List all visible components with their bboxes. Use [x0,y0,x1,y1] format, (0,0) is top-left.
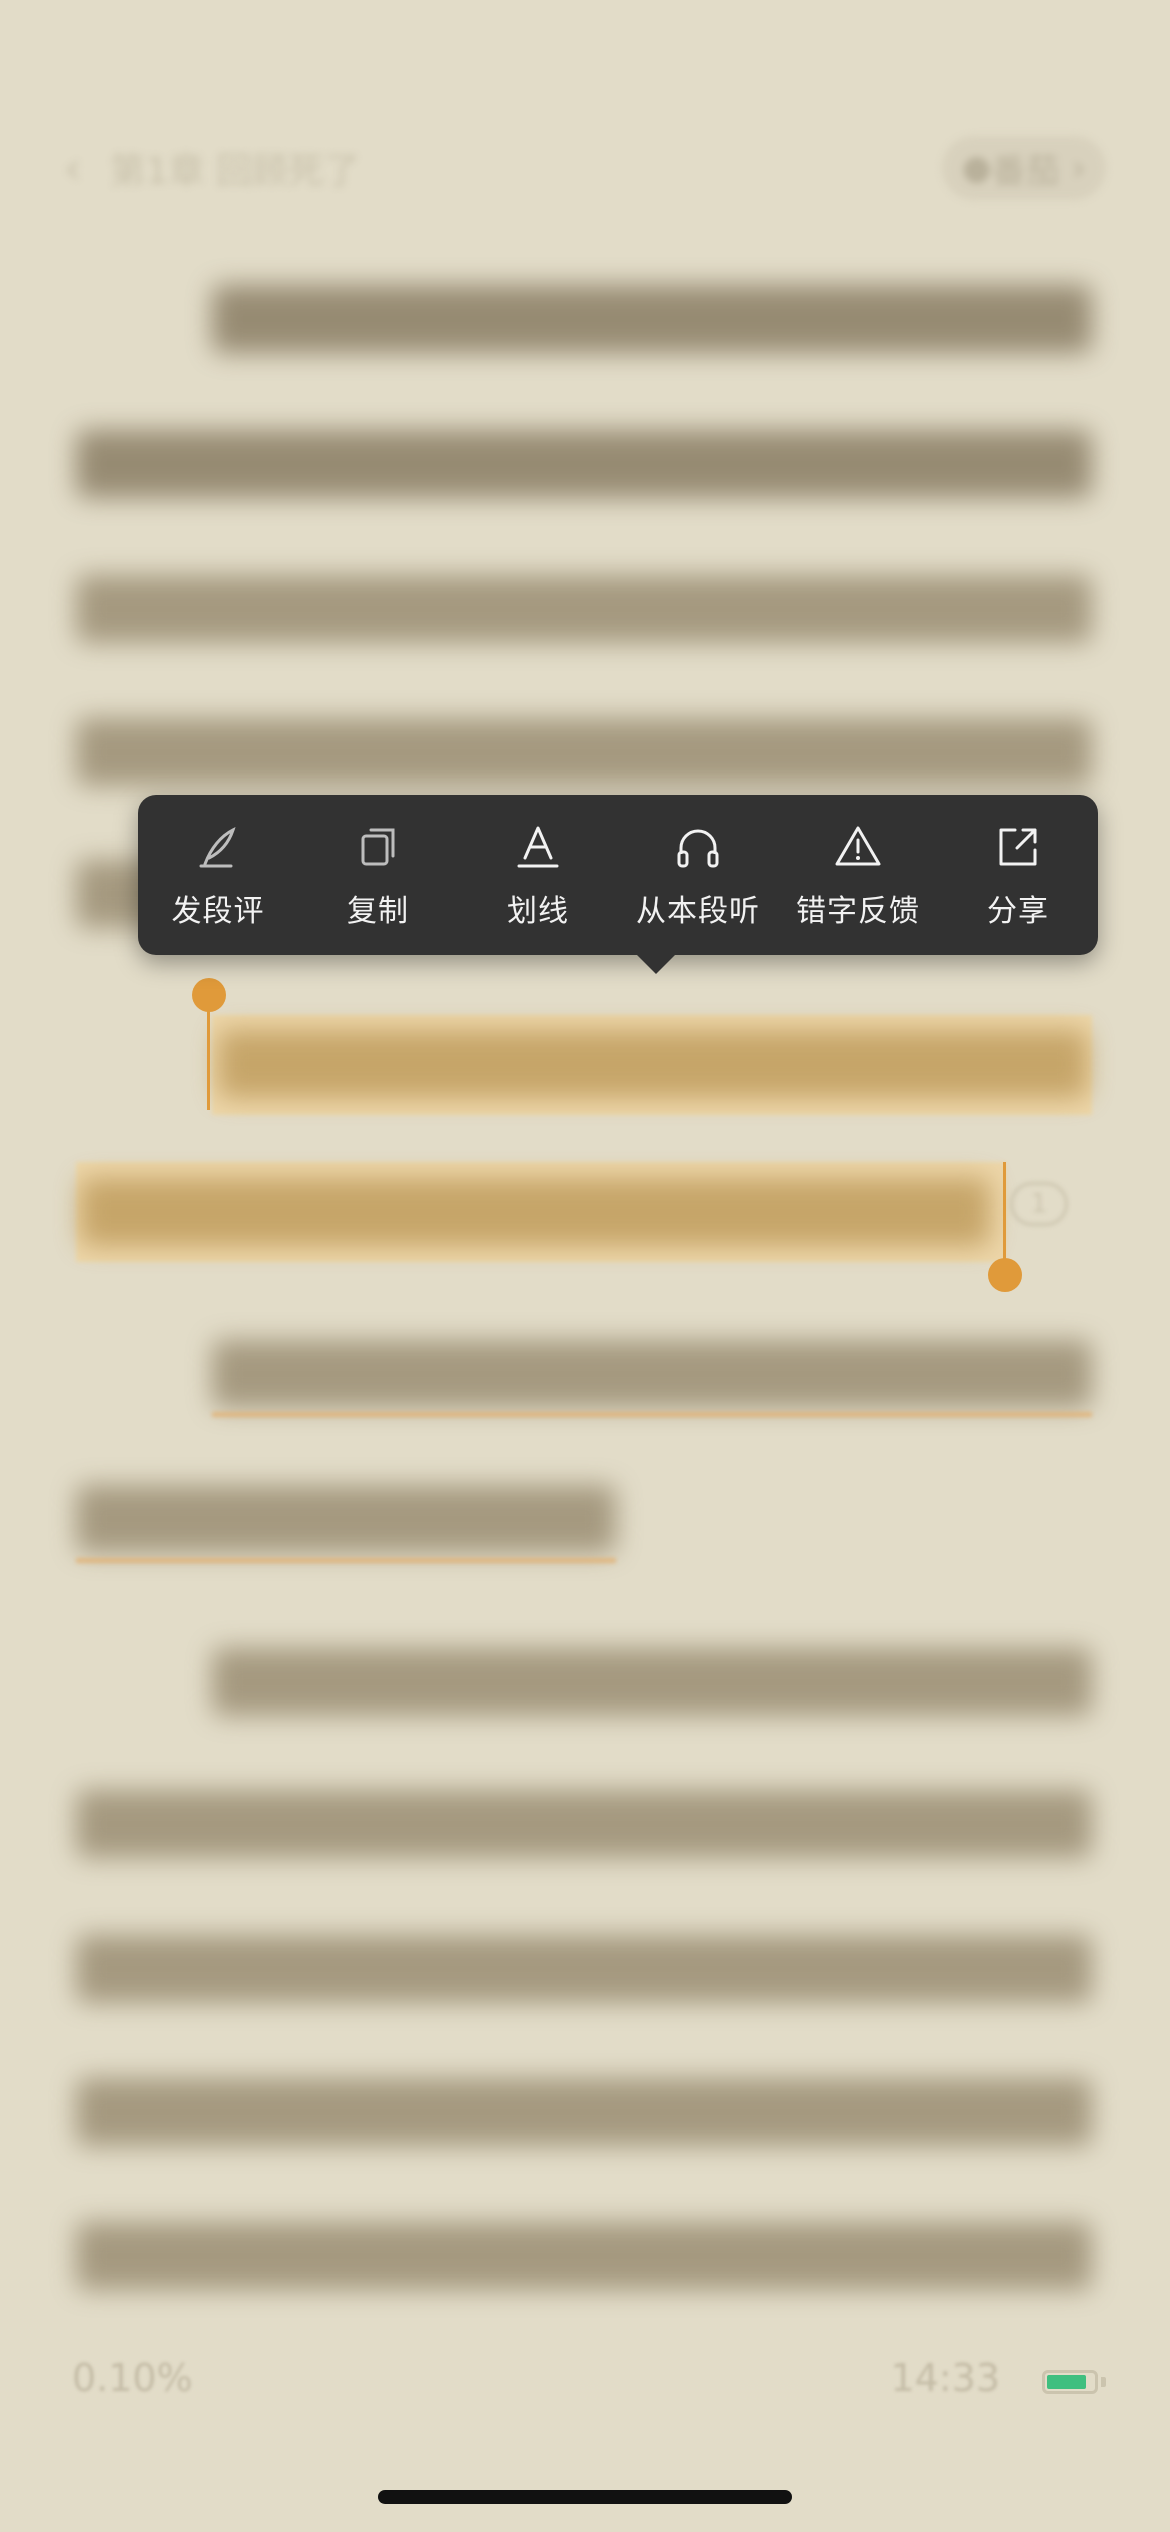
battery-nub [1101,2377,1106,2387]
text-line [212,1340,1092,1408]
reading-progress: 0.10% [72,2356,193,2400]
text-line [76,2222,1092,2290]
selection-end-stem [1003,1162,1006,1262]
warning-icon [835,826,881,866]
clock: 14:33 [890,2356,1000,2400]
selected-text-line[interactable] [218,1030,1088,1098]
battery-icon [1042,2370,1098,2394]
text-line [76,1790,1092,1858]
menu-label: 错字反馈 [796,894,920,929]
text-line [76,430,1092,498]
underline-mark [212,1412,1092,1417]
underline-mark [76,1558,616,1563]
home-indicator[interactable] [378,2490,792,2504]
text-line [76,1485,616,1553]
selection-start-handle[interactable] [192,978,226,1012]
selection-menu: 发段评 复制 划线 从本段听 错字反馈 分享 [138,795,1098,955]
text-line [212,285,1092,353]
share-icon [999,828,1037,866]
text-line [212,1648,1092,1716]
selection-end-handle[interactable] [988,1258,1022,1292]
headphones-icon [677,829,719,868]
typo-feedback-button[interactable]: 错字反馈 [778,795,938,955]
selection-start-stem [207,1010,210,1110]
underline-icon [517,826,559,868]
text-line [76,1935,1092,2003]
copy-button[interactable]: 复制 [298,795,458,955]
selection-menu-pointer [634,952,678,974]
text-line [76,575,1092,643]
menu-label: 划线 [507,894,569,929]
menu-label: 分享 [987,894,1049,929]
underline-button[interactable]: 划线 [458,795,618,955]
reader-page: ‹ 第1章 回顾死了 ● 番茄 › 1 发段评 复制 划线 从本段听 错字反馈 … [0,0,1170,2532]
text-line [76,2078,1092,2146]
comment-count: 1 [1030,1189,1048,1219]
quill-icon [199,827,236,868]
paragraph-comment-badge[interactable]: 1 [1010,1182,1068,1226]
menu-label: 从本段听 [636,894,760,929]
menu-label: 发段评 [171,894,265,929]
text-line [76,718,1092,786]
paragraph-comment-button[interactable]: 发段评 [138,795,298,955]
menu-label: 复制 [347,894,409,929]
copy-icon [361,828,395,866]
share-button[interactable]: 分享 [938,795,1098,955]
selected-text-line[interactable] [80,1178,990,1246]
listen-from-paragraph-button[interactable]: 从本段听 [618,795,778,955]
battery-level [1047,2375,1087,2389]
